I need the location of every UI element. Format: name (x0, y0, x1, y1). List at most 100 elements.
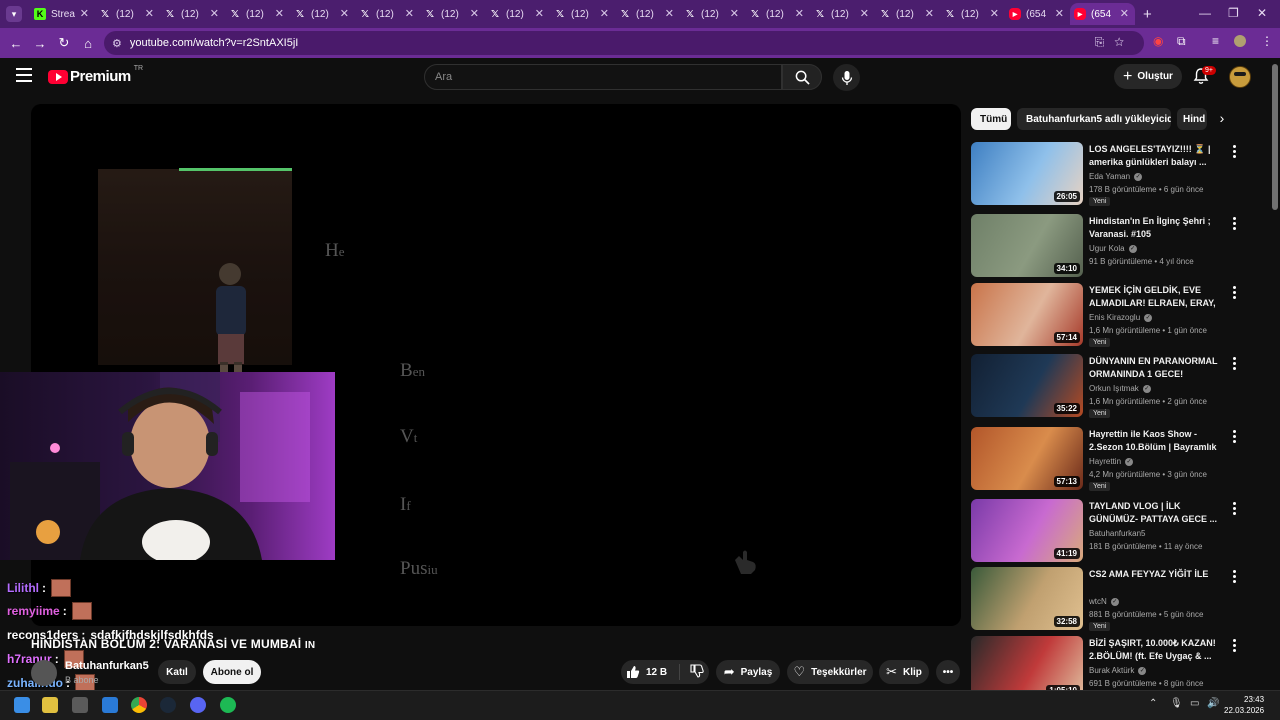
menu-icon[interactable] (16, 68, 32, 86)
recommended-video-title[interactable]: CS2 AMA FEYYAZ YİĞİT İLE (1089, 568, 1225, 581)
create-button[interactable]: + Oluştur (1114, 64, 1182, 89)
chrome-icon[interactable] (131, 697, 147, 713)
browser-tab[interactable]: 𝕏 (12) ✕ (355, 3, 420, 25)
chip-from-uploader[interactable]: Batuhanfurkan5 adlı yükleyiciden (1017, 108, 1171, 130)
tray-network-icon[interactable]: ▭ (1190, 698, 1199, 709)
share-button[interactable]: ➦ Paylaş (716, 660, 780, 684)
tab-search-button[interactable]: ▾ (6, 6, 22, 22)
browser-tab[interactable]: 𝕏 (12) ✕ (875, 3, 940, 25)
browser-menu-icon[interactable]: ⋮ (1261, 34, 1273, 48)
recommended-video-title[interactable]: TAYLAND VLOG | İLK GÜNÜMÜZ- PATTAYA GECE… (1089, 500, 1225, 526)
window-close-icon[interactable]: ✕ (1257, 6, 1267, 20)
recommended-channel[interactable]: wtcN ✓ (1089, 597, 1119, 606)
tab-close-icon[interactable]: ✕ (600, 7, 609, 20)
recommended-channel[interactable]: Burak Aktürk ✓ (1089, 666, 1147, 675)
video-thumbnail[interactable]: 57:14 (971, 283, 1083, 346)
recommended-video-title[interactable]: DÜNYANIN EN PARANORMAL ORMANINDA 1 GECE! (1089, 355, 1225, 381)
browser-tab[interactable]: ▶ (654 ✕ (1005, 3, 1070, 25)
recommended-video-title[interactable]: LOS ANGELES'TAYIZ!!!! ⏳ | amerika günlük… (1089, 143, 1225, 169)
browser-tab[interactable]: 𝕏 (12) ✕ (485, 3, 550, 25)
tab-close-icon[interactable]: ✕ (730, 7, 739, 20)
chevron-right-icon[interactable]: › (1212, 110, 1232, 130)
windows-start-icon[interactable] (14, 697, 30, 713)
recommended-channel[interactable]: Ugur Kola ✓ (1089, 244, 1137, 253)
more-vertical-icon[interactable] (1229, 286, 1239, 300)
tab-close-icon[interactable]: ✕ (990, 7, 999, 20)
tray-chevron-icon[interactable]: ⌃ (1149, 698, 1157, 709)
more-vertical-icon[interactable] (1229, 570, 1239, 584)
more-actions-button[interactable]: ••• (936, 660, 960, 684)
tray-mic-icon[interactable]: 🎙 (1170, 698, 1183, 709)
like-button[interactable]: 12 B (626, 664, 681, 680)
account-avatar[interactable] (1229, 66, 1251, 88)
video-thumbnail[interactable]: 41:19 (971, 499, 1083, 562)
recommended-channel[interactable]: Enis Kirazoglu ✓ (1089, 313, 1153, 322)
browser-tab[interactable]: 𝕏 (12) ✕ (680, 3, 745, 25)
browser-tab[interactable]: K Strea ✕ (30, 3, 95, 25)
discord-icon[interactable] (190, 697, 206, 713)
new-tab-button[interactable]: + (1143, 6, 1152, 23)
tab-close-icon[interactable]: ✕ (210, 7, 219, 20)
minimize-icon[interactable]: — (1199, 6, 1211, 20)
tab-close-icon[interactable]: ✕ (1055, 7, 1064, 20)
outlook-icon[interactable] (102, 697, 118, 713)
recommended-video-title[interactable]: Hindistan'ın En İlginç Şehri ; Varanasi.… (1089, 215, 1225, 241)
recommended-channel[interactable]: Eda Yaman ✓ (1089, 172, 1143, 181)
extension-icon[interactable]: ◉ (1153, 34, 1163, 48)
tab-close-icon[interactable]: ✕ (860, 7, 869, 20)
recommended-video[interactable]: 26:05 LOS ANGELES'TAYIZ!!!! ⏳ | amerika g… (971, 142, 1251, 208)
recommended-video-title[interactable]: Hayrettin ile Kaos Show - 2.Sezon 10.Böl… (1089, 428, 1225, 454)
browser-tab[interactable]: 𝕏 (12) ✕ (95, 3, 160, 25)
tab-close-icon[interactable]: ✕ (470, 7, 479, 20)
extensions-puzzle-icon[interactable]: ⧉ (1177, 34, 1186, 49)
video-thumbnail[interactable]: 57:13 (971, 427, 1083, 490)
recommended-channel[interactable]: Orkun Işıtmak ✓ (1089, 384, 1151, 393)
more-vertical-icon[interactable] (1229, 502, 1239, 516)
browser-tab[interactable]: 𝕏 (12) ✕ (225, 3, 290, 25)
video-thumbnail[interactable]: 32:58 (971, 567, 1083, 630)
dislike-button[interactable] (680, 663, 704, 681)
recommended-video[interactable]: 32:58 CS2 AMA FEYYAZ YİĞİT İLE wtcN ✓ 881 B … (971, 567, 1251, 633)
recommended-video-title[interactable]: YEMEK İÇİN GELDİK, EVE ALMADILAR! ELRAEN… (1089, 284, 1225, 310)
recommended-video[interactable]: 34:10 Hindistan'ın En İlginç Şehri ; Vara… (971, 214, 1251, 280)
reload-icon[interactable]: ↻ (52, 35, 76, 51)
tab-close-icon[interactable]: ✕ (795, 7, 804, 20)
video-thumbnail[interactable]: 34:10 (971, 214, 1083, 277)
spotify-icon[interactable] (220, 697, 236, 713)
clip-button[interactable]: ✂ Klip (879, 660, 929, 684)
subscribe-button[interactable]: Abone ol (203, 660, 261, 684)
video-thumbnail[interactable]: 35:22 (971, 354, 1083, 417)
browser-tab[interactable]: ▶ (654 ✕ (1070, 3, 1135, 25)
tab-close-icon[interactable]: ✕ (925, 7, 934, 20)
tab-close-icon[interactable]: ✕ (340, 7, 349, 20)
address-bar[interactable]: ⚙ youtube.com/watch?v=r2SntAXI5jI ⎘☆ (104, 31, 1144, 55)
browser-tab[interactable]: 𝕏 (12) ✕ (615, 3, 680, 25)
tab-close-icon[interactable]: ✕ (405, 7, 414, 20)
recommended-video[interactable]: 57:13 Hayrettin ile Kaos Show - 2.Sezon 1… (971, 427, 1251, 493)
tab-close-icon[interactable]: ✕ (1120, 7, 1129, 20)
more-vertical-icon[interactable] (1229, 217, 1239, 231)
search-input[interactable]: Ara (424, 64, 782, 90)
channel-name[interactable]: Batuhanfurkan5 (65, 660, 149, 672)
tab-close-icon[interactable]: ✕ (535, 7, 544, 20)
profile-avatar[interactable] (1234, 35, 1246, 47)
steam-icon[interactable] (160, 697, 176, 713)
recommended-video[interactable]: 41:19 TAYLAND VLOG | İLK GÜNÜMÜZ- PATTAYA… (971, 499, 1251, 565)
recommended-video[interactable]: 35:22 DÜNYANIN EN PARANORMAL ORMANINDA 1 … (971, 354, 1251, 420)
chip-hindistan[interactable]: Hind (1177, 108, 1207, 130)
more-vertical-icon[interactable] (1229, 639, 1239, 653)
video-thumbnail[interactable]: 26:05 (971, 142, 1083, 205)
more-vertical-icon[interactable] (1229, 357, 1239, 371)
recommended-video[interactable]: 57:14 YEMEK İÇİN GELDİK, EVE ALMADILAR! E… (971, 283, 1251, 349)
browser-tab[interactable]: 𝕏 (12) ✕ (160, 3, 225, 25)
browser-tab[interactable]: 𝕏 (12) ✕ (810, 3, 875, 25)
system-clock[interactable]: 23:43 22.03.2026 (1224, 694, 1264, 716)
voice-search-button[interactable] (833, 64, 860, 91)
recommended-video-title[interactable]: BİZİ ŞAŞIRT, 10.000₺ KAZAN! 2.BÖLÜM! (ft… (1089, 637, 1225, 663)
youtube-premium-logo[interactable]: Premium TR (48, 65, 143, 85)
file-explorer-icon[interactable] (42, 697, 58, 713)
search-button[interactable] (782, 64, 822, 90)
forward-arrow-icon[interactable]: → (28, 36, 52, 51)
browser-tab[interactable]: 𝕏 (12) ✕ (290, 3, 355, 25)
tray-volume-icon[interactable]: 🔊 (1207, 698, 1219, 709)
